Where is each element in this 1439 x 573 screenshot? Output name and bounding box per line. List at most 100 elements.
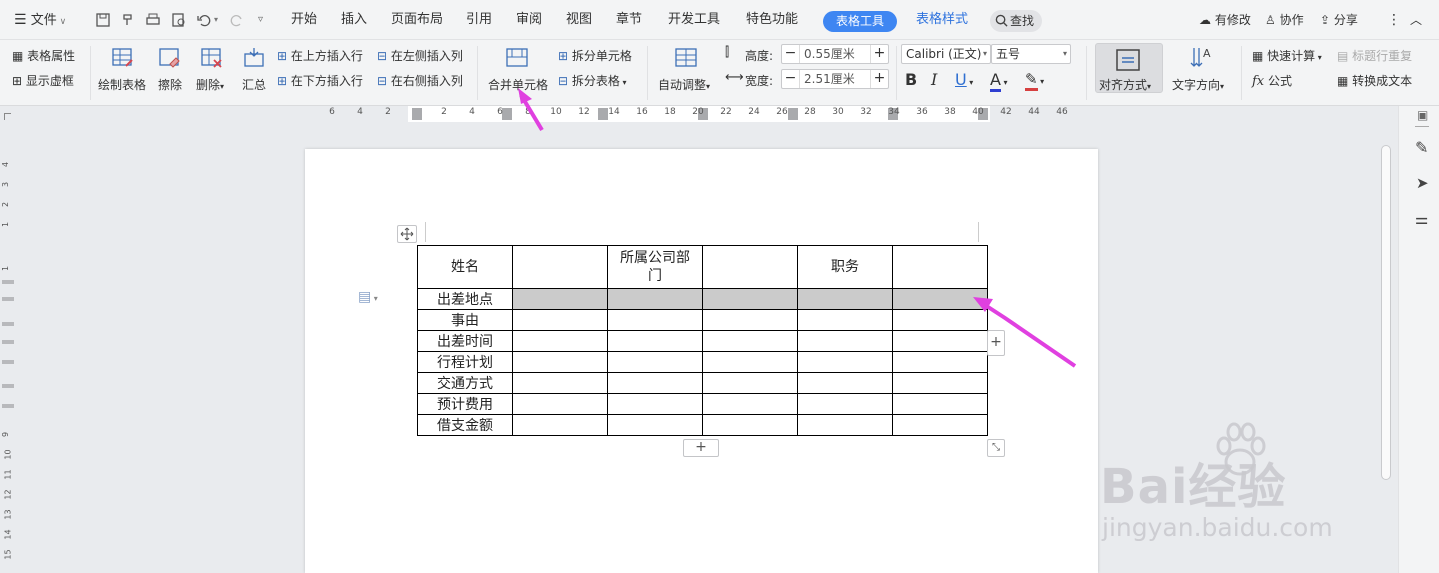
table-cell[interactable]	[892, 330, 988, 352]
insert-row-above-button[interactable]: ⊞ 在上方插入行	[277, 47, 363, 64]
modified-button[interactable]: ☁ 有修改	[1199, 0, 1251, 40]
collab-button[interactable]: ♙ 协作	[1265, 0, 1304, 40]
width-increment[interactable]: +	[870, 70, 888, 88]
erase-button[interactable]: 擦除	[156, 40, 186, 100]
row-marker[interactable]	[2, 280, 14, 284]
row-marker[interactable]	[2, 297, 14, 301]
table-cell[interactable]	[892, 351, 988, 373]
tab-features[interactable]: 特色功能	[746, 0, 798, 40]
formula-button[interactable]: fx 公式	[1252, 72, 1292, 89]
row-label-cell[interactable]: 预计费用	[417, 393, 513, 415]
table-properties-button[interactable]: ▦ 表格属性	[12, 47, 75, 64]
share-button[interactable]: ⇪ 分享	[1320, 0, 1358, 40]
table-row[interactable]: 预计费用	[417, 393, 988, 415]
format-painter-icon[interactable]	[120, 12, 136, 28]
travel-table[interactable]: 姓名 所属公司部门 职务出差地点 事由 出差时间 行程计划 交通方式 预计费用 借支金额	[417, 245, 988, 436]
merge-cells-button[interactable]: 合并单元格	[487, 40, 549, 100]
row-label-cell[interactable]: 姓名	[417, 245, 513, 289]
width-value[interactable]: 2.51厘米	[804, 70, 855, 88]
print-preview-icon[interactable]	[171, 12, 187, 28]
tab-page-layout[interactable]: 页面布局	[391, 0, 443, 40]
table-cell[interactable]	[892, 245, 988, 289]
add-column-button[interactable]: +	[987, 330, 1005, 356]
table-cell[interactable]	[702, 245, 798, 289]
table-cell[interactable]	[702, 288, 798, 310]
delete-button[interactable]: 删除▾	[196, 40, 232, 100]
table-cell[interactable]	[607, 309, 703, 331]
summary-button[interactable]: 汇总	[240, 40, 270, 100]
column-marker[interactable]	[788, 108, 798, 120]
table-cell[interactable]	[512, 245, 608, 289]
insert-col-right-button[interactable]: ⊟ 在右侧插入列	[377, 72, 463, 89]
tab-view[interactable]: 视图	[566, 0, 592, 40]
table-row[interactable]: 姓名 所属公司部门 职务	[417, 245, 988, 289]
quick-calc-button[interactable]: ▦ 快速计算 ▾	[1252, 47, 1322, 64]
height-increment[interactable]: +	[870, 45, 888, 63]
row-marker[interactable]	[2, 384, 14, 388]
table-move-handle[interactable]	[397, 225, 417, 243]
table-cell[interactable]	[797, 393, 893, 415]
height-value[interactable]: 0.55厘米	[804, 45, 855, 63]
table-cell[interactable]	[797, 351, 893, 373]
table-cell[interactable]	[702, 414, 798, 436]
table-cell[interactable]	[702, 393, 798, 415]
print-icon[interactable]	[145, 12, 161, 28]
table-cell[interactable]: 职务	[797, 245, 893, 289]
font-name-select[interactable]: Calibri (正文) ▾	[901, 44, 991, 64]
row-label-cell[interactable]: 事由	[417, 309, 513, 331]
row-marker[interactable]	[2, 404, 14, 408]
show-gridlines-button[interactable]: ⊞ 显示虚框	[12, 72, 74, 89]
height-decrement[interactable]: −	[782, 45, 800, 63]
row-marker[interactable]	[2, 360, 14, 364]
font-size-select[interactable]: 五号 ▾	[991, 44, 1071, 64]
save-icon[interactable]	[95, 12, 111, 28]
table-cell[interactable]	[702, 309, 798, 331]
insert-row-below-button[interactable]: ⊞ 在下方插入行	[277, 72, 363, 89]
table-cell[interactable]	[512, 372, 608, 394]
table-cell[interactable]	[892, 414, 988, 436]
undo-icon[interactable]	[196, 12, 212, 28]
table-row[interactable]: 事由	[417, 309, 988, 331]
bold-button[interactable]: B	[905, 70, 917, 89]
row-label-cell[interactable]: 行程计划	[417, 351, 513, 373]
table-row[interactable]: 借支金额	[417, 414, 988, 436]
draw-table-button[interactable]: 绘制表格	[98, 40, 150, 100]
table-cell[interactable]: 所属公司部门	[607, 245, 703, 289]
sidebar-collapse-icon[interactable]: ▣	[1417, 108, 1428, 122]
quick-access-more-icon[interactable]: ▿	[258, 0, 263, 40]
settings-sliders-icon[interactable]: ⚌	[1415, 210, 1428, 228]
tab-review[interactable]: 审阅	[516, 0, 542, 40]
table-resize-handle[interactable]: ⤡	[987, 439, 1005, 457]
collapse-ribbon-icon[interactable]: ︿	[1410, 0, 1422, 40]
add-row-button[interactable]: +	[683, 439, 719, 457]
table-cell[interactable]	[797, 414, 893, 436]
undo-dropdown-icon[interactable]: ▾	[214, 0, 218, 40]
tab-table-tools[interactable]: 表格工具	[823, 11, 897, 32]
text-direction-button[interactable]: A 文字方向▾	[1172, 40, 1230, 100]
row-marker[interactable]	[2, 322, 14, 326]
table-row[interactable]: 出差地点	[417, 288, 988, 310]
row-label-cell[interactable]: 出差地点	[417, 288, 513, 310]
paragraph-options-icon[interactable]: ▤ ▾	[358, 289, 378, 305]
table-row[interactable]: 出差时间	[417, 330, 988, 352]
table-cell[interactable]	[702, 351, 798, 373]
table-cell[interactable]	[797, 309, 893, 331]
tab-section[interactable]: 章节	[616, 0, 642, 40]
table-cell[interactable]	[512, 330, 608, 352]
tab-table-style[interactable]: 表格样式	[916, 0, 968, 40]
table-cell[interactable]	[702, 372, 798, 394]
table-cell[interactable]	[512, 414, 608, 436]
tab-references[interactable]: 引用	[466, 0, 492, 40]
tab-home[interactable]: 开始	[291, 0, 317, 40]
highlight-button[interactable]: ✎ ▾	[1025, 70, 1044, 91]
table-cell[interactable]	[607, 372, 703, 394]
table-cell[interactable]	[607, 414, 703, 436]
table-cell[interactable]	[797, 330, 893, 352]
row-label-cell[interactable]: 交通方式	[417, 372, 513, 394]
table-row[interactable]: 行程计划	[417, 351, 988, 373]
column-marker[interactable]	[412, 108, 422, 120]
table-cell[interactable]	[512, 288, 608, 310]
find-button[interactable]: 查找	[990, 10, 1042, 32]
width-spinner[interactable]: − 2.51厘米 +	[781, 69, 889, 89]
italic-button[interactable]: I	[931, 70, 937, 89]
